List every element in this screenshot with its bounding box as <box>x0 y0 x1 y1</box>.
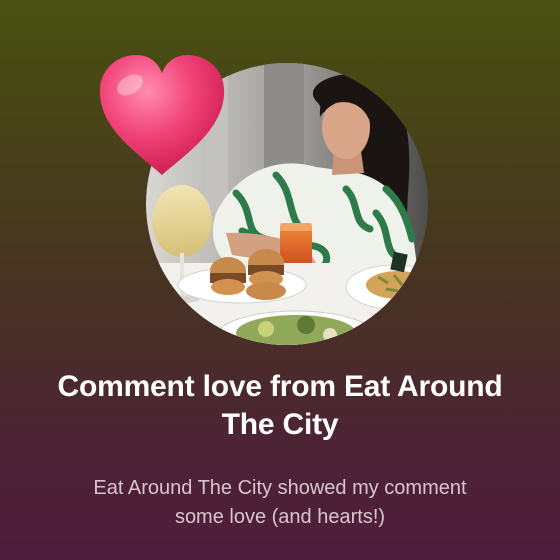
notification-title: Comment love from Eat Around The City <box>57 370 503 441</box>
notification-description: Eat Around The City showed my comment so… <box>93 477 467 528</box>
heart-icon <box>96 53 228 179</box>
comment-love-card: Comment love from Eat Around The City Ea… <box>0 0 560 560</box>
